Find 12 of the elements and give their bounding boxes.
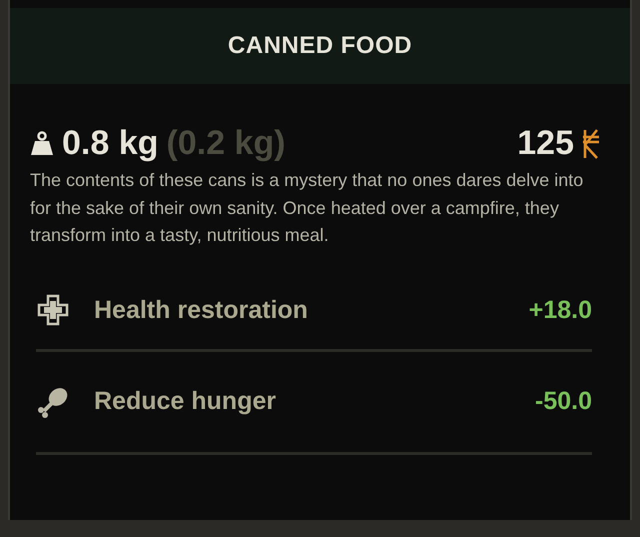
stat-label: Health restoration	[94, 296, 308, 324]
item-title: CANNED FOOD	[228, 32, 412, 60]
weight-icon	[30, 130, 54, 156]
stat-value: -50.0	[535, 387, 592, 416]
item-weight: 0.8 kg	[62, 124, 158, 163]
unit-weight: (0.2 kg)	[166, 124, 286, 163]
stat-label: Reduce hunger	[94, 387, 276, 416]
cross-icon	[36, 293, 70, 327]
item-description: The contents of these cans is a mystery that no ones dares delve into for the sake of their own sanity. Once heated over a campfire, they transform into a tasty, nutritious meal.	[30, 169, 584, 247]
currency-icon	[582, 128, 600, 160]
item-price: 125	[517, 124, 574, 163]
stat-value: +18.0	[528, 296, 592, 324]
